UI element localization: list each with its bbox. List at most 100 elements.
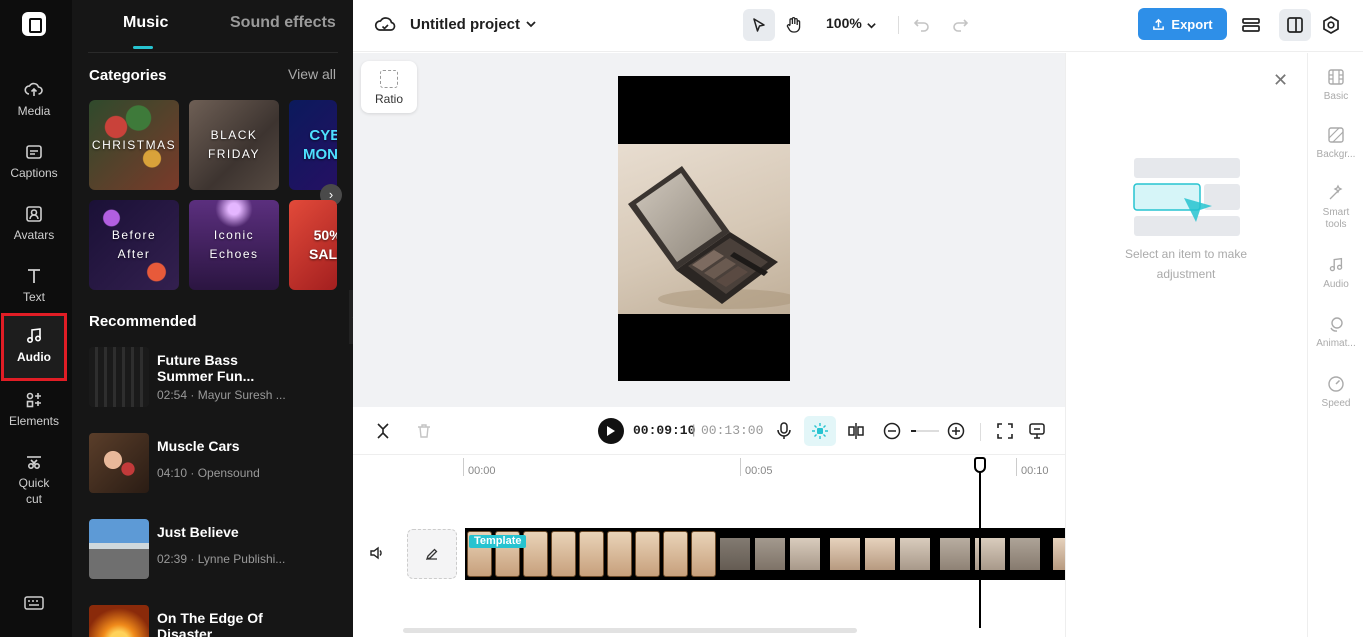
category-card[interactable]: CHRISTMAS (89, 100, 179, 190)
track-meta: 04:10 · Opensound (157, 466, 260, 480)
hand-tool-button[interactable] (778, 9, 810, 41)
magnet-snap-button[interactable] (804, 416, 836, 446)
keyboard-icon[interactable] (24, 595, 44, 616)
edit-track-button[interactable] (407, 529, 457, 579)
nav-item-captions[interactable]: Captions (0, 142, 68, 198)
nav-item-audio[interactable]: Audio (1, 313, 67, 381)
rightbar-item-speed[interactable]: Speed (1308, 375, 1363, 410)
nav-item-elements[interactable]: Elements (0, 390, 68, 446)
category-card[interactable]: BLACK FRIDAY (189, 100, 279, 190)
properties-panel (1065, 53, 1307, 637)
panel-layout-button[interactable] (1279, 9, 1311, 41)
delete-icon[interactable] (412, 419, 436, 443)
category-card[interactable]: CYBER MONDAY (289, 100, 337, 190)
redo-icon[interactable] (951, 16, 969, 37)
cloud-save-icon[interactable] (374, 15, 396, 38)
track-item[interactable]: Future Bass Summer Fun... 02:54 · Mayur … (89, 347, 339, 409)
video-clip[interactable] (465, 528, 1065, 580)
settings-icon[interactable] (1321, 15, 1341, 40)
rightbar-item-audio[interactable]: Audio (1308, 256, 1363, 291)
left-nav: Media Captions Avatars Text Audio Elemen… (0, 0, 72, 637)
caption-preview-icon[interactable] (1025, 419, 1049, 443)
rightbar-item-smart-tools[interactable]: Smart tools (1308, 184, 1363, 231)
volume-icon[interactable] (369, 546, 385, 565)
speedometer-icon (1328, 376, 1344, 392)
current-time: 00:09:10 (633, 423, 696, 438)
chevron-down-icon[interactable] (866, 18, 877, 36)
active-tab-indicator (133, 46, 153, 49)
rightbar-label: Animat... (1316, 338, 1356, 349)
track-title: Muscle Cars (157, 438, 240, 454)
close-icon[interactable]: ✕ (1273, 70, 1288, 91)
select-tool-button[interactable] (743, 9, 775, 41)
timeline[interactable]: 00:00 00:05 00:10 Template (353, 456, 1065, 637)
fullscreen-icon[interactable] (993, 419, 1017, 443)
tab-sound-effects[interactable]: Sound effects (230, 14, 336, 32)
canvas-area[interactable]: Ratio (353, 53, 1065, 407)
track-item[interactable]: On The Edge Of Disaster (89, 605, 339, 637)
app-logo[interactable] (22, 12, 46, 36)
export-button[interactable]: Export (1138, 8, 1227, 40)
nav-item-media[interactable]: Media (0, 80, 68, 136)
rightbar-label: Smart tools (1322, 207, 1350, 230)
captions-icon (26, 145, 42, 159)
video-preview[interactable] (618, 76, 790, 381)
track-item[interactable]: Just Believe 02:39 · Lynne Publishi... (89, 519, 339, 581)
properties-hint: Select an item to make adjustment (1124, 247, 1248, 281)
ruler-label: 00:10 (1021, 465, 1049, 477)
category-card[interactable]: 50% SALE (289, 200, 337, 290)
zoom-in-icon[interactable] (944, 419, 968, 443)
split-icon[interactable] (371, 419, 395, 443)
scissors-icon (27, 456, 41, 470)
layers-icon[interactable] (1241, 15, 1261, 40)
category-card[interactable]: Before After (89, 200, 179, 290)
nav-item-quick-cut[interactable]: Quick cut (0, 452, 68, 508)
category-label: 50% SALE (309, 227, 337, 262)
zoom-slider[interactable] (911, 430, 939, 432)
nav-item-avatars[interactable]: Avatars (0, 204, 68, 260)
music-note-icon (26, 328, 42, 344)
playhead-handle[interactable] (974, 457, 986, 473)
nav-item-text[interactable]: Text (0, 266, 68, 322)
microphone-icon[interactable] (772, 419, 796, 443)
background-icon (1328, 127, 1344, 143)
category-label: BLACK FRIDAY (207, 128, 261, 161)
rightbar-item-basic[interactable]: Basic (1308, 68, 1363, 103)
rightbar-label: Speed (1321, 398, 1351, 409)
music-note-icon (1329, 257, 1343, 272)
toolbar-divider (898, 16, 899, 34)
zoom-out-icon[interactable] (880, 419, 904, 443)
track-item[interactable]: Muscle Cars 04:10 · Opensound (89, 433, 339, 495)
cursor-icon (753, 18, 765, 32)
timeline-scrollbar[interactable] (403, 628, 857, 633)
chevron-down-icon[interactable] (525, 17, 537, 35)
right-toolbar: Basic Backgr... Smart tools Audio Animat… (1307, 53, 1363, 637)
tab-music[interactable]: Music (123, 14, 168, 32)
ruler-tick (740, 458, 741, 476)
project-title[interactable]: Untitled project (410, 16, 520, 33)
zoom-slider-fill (911, 430, 916, 432)
nav-label: Media (17, 104, 51, 118)
nav-label: Quick cut (18, 476, 50, 506)
rightbar-item-animation[interactable]: Animat... (1308, 315, 1363, 350)
preview-image (618, 144, 790, 314)
nav-label: Elements (8, 414, 60, 428)
timeline-toolbar: 00:09:10 | 00:13:00 (353, 407, 1065, 455)
nav-label: Text (22, 290, 45, 304)
split-screen-icon[interactable] (844, 419, 868, 443)
undo-icon[interactable] (913, 16, 931, 37)
ruler-tick (1016, 458, 1017, 476)
category-label: CHRISTMAS (91, 137, 177, 152)
ratio-button[interactable]: Ratio (361, 61, 417, 113)
time-separator: | (692, 422, 696, 437)
view-all-link[interactable]: View all (288, 66, 336, 82)
zoom-level[interactable]: 100% (826, 15, 862, 31)
category-card[interactable]: Iconic Echoes (189, 200, 279, 290)
rightbar-item-background[interactable]: Backgr... (1308, 126, 1363, 161)
play-icon (607, 426, 615, 436)
ruler-label: 00:00 (468, 465, 496, 477)
nav-label: Audio (17, 350, 51, 364)
playhead[interactable] (979, 468, 981, 628)
track-thumbnail (89, 433, 149, 493)
play-button[interactable] (598, 418, 624, 444)
